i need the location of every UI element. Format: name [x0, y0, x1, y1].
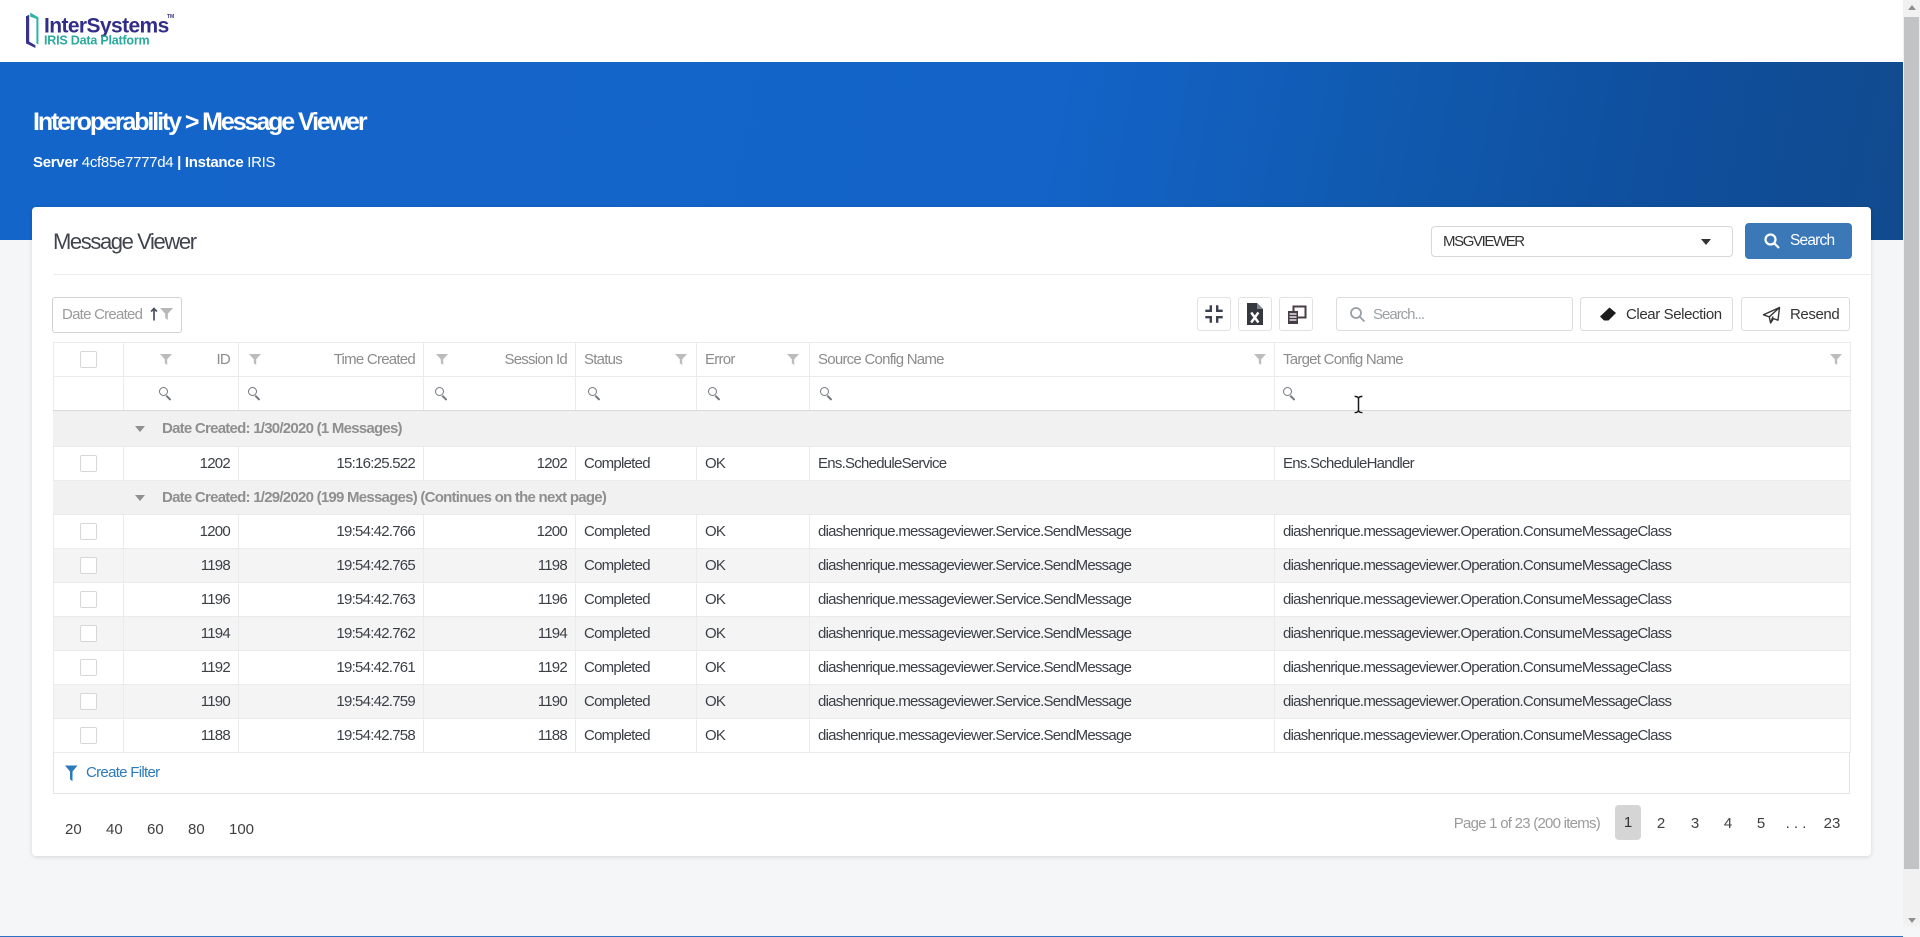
svg-text:TM: TM [167, 14, 174, 20]
svg-text:IRIS Data Platform: IRIS Data Platform [44, 34, 150, 48]
